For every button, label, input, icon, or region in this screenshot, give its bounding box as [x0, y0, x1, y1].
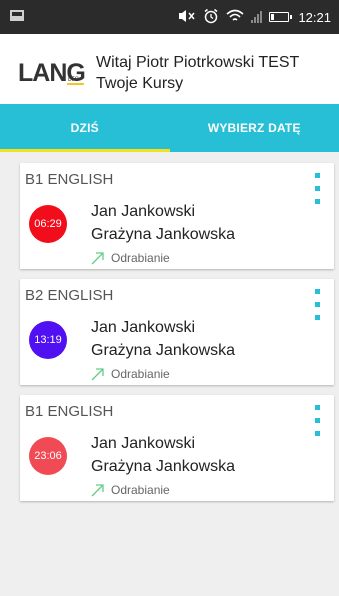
- app-header: LANG LTC Witaj Piotr Piotrkowski TEST Tw…: [0, 34, 339, 104]
- lang-logo: LANG LTC: [18, 59, 86, 87]
- status-icons: 12:21: [178, 7, 331, 27]
- lesson-card[interactable]: B2 ENGLISH 13:19 Jan Jankowski Grażyna J…: [20, 279, 334, 385]
- more-options-icon[interactable]: [312, 405, 322, 437]
- wifi-icon: [226, 9, 244, 26]
- course-name: B1 ENGLISH: [25, 403, 114, 420]
- tab-choose-date[interactable]: WYBIERZ DATĘ: [170, 104, 339, 152]
- student-name: Grażyna Jankowska: [91, 226, 236, 243]
- tab-today[interactable]: DZIŚ: [0, 104, 170, 152]
- more-options-icon[interactable]: [312, 289, 322, 321]
- notification-icon: [10, 10, 24, 21]
- lesson-status: Odrabianie: [91, 251, 170, 265]
- mute-icon: [178, 9, 196, 26]
- trend-arrow-icon: [91, 484, 104, 497]
- teacher-name: Jan Jankowski: [91, 435, 196, 452]
- course-name: B2 ENGLISH: [25, 287, 114, 304]
- clock: 12:21: [298, 9, 331, 25]
- svg-text:LTC: LTC: [68, 77, 80, 83]
- trend-arrow-icon: [91, 368, 104, 381]
- time-badge: 13:19: [29, 321, 67, 359]
- courses-title: Twoje Kursy: [96, 75, 184, 92]
- lesson-status: Odrabianie: [91, 483, 170, 497]
- status-text: Odrabianie: [111, 483, 170, 497]
- status-text: Odrabianie: [111, 251, 170, 265]
- time-badge: 23:06: [29, 437, 67, 475]
- trend-arrow-icon: [91, 252, 104, 265]
- battery-icon: [269, 12, 293, 22]
- greeting-text: Witaj Piotr Piotrkowski TEST: [96, 54, 300, 71]
- student-name: Grażyna Jankowska: [91, 342, 236, 359]
- alarm-icon: [203, 8, 219, 27]
- lesson-list: B1 ENGLISH 06:29 Jan Jankowski Grażyna J…: [20, 163, 334, 511]
- lesson-status: Odrabianie: [91, 367, 170, 381]
- lesson-card[interactable]: B1 ENGLISH 23:06 Jan Jankowski Grażyna J…: [20, 395, 334, 501]
- time-badge: 06:29: [29, 205, 67, 243]
- teacher-name: Jan Jankowski: [91, 203, 196, 220]
- status-bar: 12:21: [0, 0, 339, 34]
- lesson-card[interactable]: B1 ENGLISH 06:29 Jan Jankowski Grażyna J…: [20, 163, 334, 269]
- student-name: Grażyna Jankowska: [91, 458, 236, 475]
- signal-icon: [251, 11, 263, 23]
- status-text: Odrabianie: [111, 367, 170, 381]
- tab-bar: DZIŚ WYBIERZ DATĘ: [0, 104, 339, 152]
- course-name: B1 ENGLISH: [25, 171, 114, 188]
- teacher-name: Jan Jankowski: [91, 319, 196, 336]
- more-options-icon[interactable]: [312, 173, 322, 205]
